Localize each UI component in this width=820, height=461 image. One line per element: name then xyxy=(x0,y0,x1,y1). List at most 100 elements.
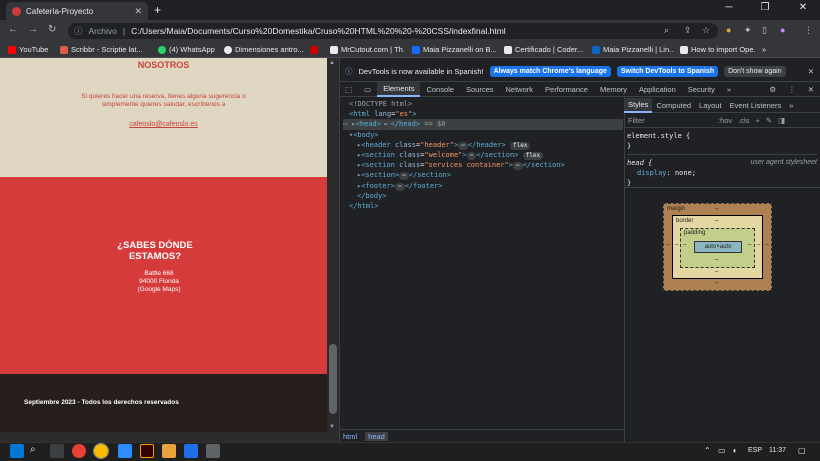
tab-console[interactable]: Console xyxy=(420,82,460,97)
styles-filter-input[interactable]: Filter xyxy=(628,116,712,125)
flex-badge[interactable]: flex xyxy=(509,141,531,150)
close-window-button[interactable]: ✕ xyxy=(790,2,816,13)
subtab-layout[interactable]: Layout xyxy=(695,98,726,113)
bookmarks-overflow-button[interactable]: » xyxy=(756,45,776,54)
subtab-styles[interactable]: Styles xyxy=(624,97,653,113)
close-infobar-icon[interactable]: ✕ xyxy=(808,67,814,76)
explorer-taskbar-icon[interactable] xyxy=(162,444,176,458)
app2-taskbar-icon[interactable] xyxy=(206,444,220,458)
illustrator-taskbar-icon[interactable] xyxy=(140,444,154,458)
start-windows-icon[interactable] xyxy=(10,444,24,458)
horizontal-scrollbar[interactable] xyxy=(0,432,339,442)
node-options-icon[interactable]: ⋯ xyxy=(343,120,347,128)
dom-node-body-close[interactable]: </body> xyxy=(343,191,623,201)
switch-to-spanish-button[interactable]: Switch DevTools to Spanish xyxy=(616,65,719,77)
info-icon[interactable]: ⓘ xyxy=(74,25,83,37)
browser-tab[interactable]: Cafetería-Proyecto ✕ xyxy=(6,2,148,20)
always-match-language-button[interactable]: Always match Chrome's language xyxy=(489,65,611,77)
display-declaration[interactable]: display: none; xyxy=(627,168,817,178)
tab-application[interactable]: Application xyxy=(633,82,682,97)
add-rule-icon[interactable]: + xyxy=(755,116,759,125)
address-bar[interactable]: ⓘ Archivo | C:/Users/Maia/Documents/Curs… xyxy=(68,23,718,39)
dom-node-body[interactable]: ▾<body> xyxy=(343,130,623,140)
taskbar-search-icon[interactable]: ⌕ xyxy=(30,444,36,455)
dom-node-html[interactable]: <html lang="es"> xyxy=(343,109,623,119)
share-icon[interactable]: ⇪ xyxy=(684,25,692,36)
bookmark-item[interactable]: Certificado | Coder... xyxy=(496,45,586,54)
close-devtools-icon[interactable]: ✕ xyxy=(802,82,820,97)
maps-link[interactable]: (Google Maps) xyxy=(0,286,318,293)
tray-chevron-icon[interactable]: ⌃ xyxy=(704,446,711,455)
keyboard-language[interactable]: ESP xyxy=(748,447,762,454)
network-icon[interactable]: ▭ xyxy=(718,446,726,455)
search-icon[interactable]: ⌕ xyxy=(664,25,669,36)
flex-badge[interactable]: flex xyxy=(522,152,544,161)
tab-network[interactable]: Network xyxy=(500,82,540,97)
bookmark-item[interactable]: (4) WhatsApp xyxy=(150,45,216,54)
tab-performance[interactable]: Performance xyxy=(539,82,594,97)
dont-show-again-button[interactable]: Don't show again xyxy=(724,65,786,77)
subtab-event-listeners[interactable]: Event Listeners xyxy=(726,98,786,113)
tab-sources[interactable]: Sources xyxy=(460,82,500,97)
minimize-button[interactable]: ─ xyxy=(716,2,742,13)
head-rule-selector[interactable]: head { user agent stylesheet xyxy=(627,154,817,168)
menu-dots-icon[interactable]: ⋮ xyxy=(804,25,813,36)
zoom-taskbar-icon[interactable] xyxy=(118,444,132,458)
inspect-element-icon[interactable]: ⬚ xyxy=(339,82,358,97)
computed-sidebar-icon[interactable]: ◨ xyxy=(778,116,785,125)
profile-avatar[interactable]: ● xyxy=(780,25,785,35)
settings-gear-icon[interactable]: ⚙ xyxy=(763,82,782,97)
dom-node-head[interactable]: ⋯ ▸<head> ⋯ </head> == $0 xyxy=(343,119,623,130)
element-style-rule[interactable]: element.style { xyxy=(627,131,817,141)
scroll-down-icon[interactable]: ▼ xyxy=(329,424,335,430)
clock[interactable]: 11:37 xyxy=(769,447,786,454)
puzzle-icon[interactable]: ✦ xyxy=(744,25,752,36)
app-taskbar-icon[interactable] xyxy=(184,444,198,458)
breadcrumb-html[interactable]: html xyxy=(343,432,357,441)
bookmark-item[interactable]: YouTube xyxy=(0,45,52,54)
scroll-up-icon[interactable]: ▲ xyxy=(329,60,335,66)
bookmark-item[interactable]: How to import Ope... xyxy=(674,45,756,54)
more-tabs-button[interactable]: » xyxy=(721,82,737,97)
volume-icon[interactable]: ◖ xyxy=(732,446,737,455)
close-tab-icon[interactable]: ✕ xyxy=(134,6,142,17)
bookmark-item[interactable]: Maia Pizzanelli | Lin... xyxy=(586,45,674,54)
email-link[interactable]: cafeoslo@cafeoslo.es xyxy=(0,121,327,128)
subtab-computed[interactable]: Computed xyxy=(652,98,695,113)
dom-node-doctype[interactable]: <!DOCTYPE html> xyxy=(343,99,623,109)
box-model-content[interactable]: auto×auto xyxy=(694,241,742,253)
star-icon[interactable]: ☆ xyxy=(702,25,710,36)
back-arrow-icon[interactable]: ← xyxy=(8,24,18,35)
paint-icon[interactable]: ✎ xyxy=(766,116,772,125)
reload-icon[interactable]: ↻ xyxy=(48,24,56,35)
task-view-icon[interactable] xyxy=(50,444,64,458)
cls-toggle[interactable]: .cls xyxy=(738,116,749,125)
devtools-menu-icon[interactable]: ⋮ xyxy=(782,82,802,97)
tab-elements[interactable]: Elements xyxy=(377,81,421,97)
extension-icon[interactable]: ● xyxy=(726,25,731,35)
sidepanel-icon[interactable]: ▯ xyxy=(762,25,767,36)
chrome-taskbar-icon[interactable] xyxy=(72,444,86,458)
dom-node-section-welcome[interactable]: ▸<section class="welcome"> ⋯ </section> fl… xyxy=(343,150,623,161)
more-subtabs-button[interactable]: » xyxy=(785,98,797,113)
new-tab-button[interactable]: + xyxy=(154,3,161,17)
bookmark-item[interactable] xyxy=(308,45,322,54)
breadcrumb-head[interactable]: head xyxy=(365,431,388,441)
forward-arrow-icon[interactable]: → xyxy=(28,24,38,35)
tab-memory[interactable]: Memory xyxy=(594,82,633,97)
tab-security[interactable]: Security xyxy=(682,82,721,97)
bookmark-item[interactable]: Scribbr - Scriptie lat... xyxy=(52,45,150,54)
chrome-active-taskbar-icon[interactable] xyxy=(93,443,109,459)
dom-node-header[interactable]: ▸<header class="header"> ⋯ </header> flex xyxy=(343,140,623,150)
scrollbar-thumb[interactable] xyxy=(329,344,337,414)
maximize-button[interactable]: ❐ xyxy=(752,2,778,13)
dom-node-footer[interactable]: ▸<footer> ⋯ </footer> xyxy=(343,181,623,191)
bookmark-item[interactable]: MrCutout.com | Th... xyxy=(322,45,404,54)
bookmark-item[interactable]: Maia Pizzanelli on B... xyxy=(404,45,496,54)
notifications-icon[interactable]: ▢ xyxy=(798,446,806,455)
dom-node-section[interactable]: ▸<section> ⋯ </section> xyxy=(343,170,623,181)
bookmark-item[interactable]: Dimensiones antro... xyxy=(216,45,308,54)
device-toggle-icon[interactable]: ▭ xyxy=(358,82,377,97)
dom-node-html-close[interactable]: </html> xyxy=(343,201,623,211)
hov-toggle[interactable]: :hov xyxy=(718,116,732,125)
